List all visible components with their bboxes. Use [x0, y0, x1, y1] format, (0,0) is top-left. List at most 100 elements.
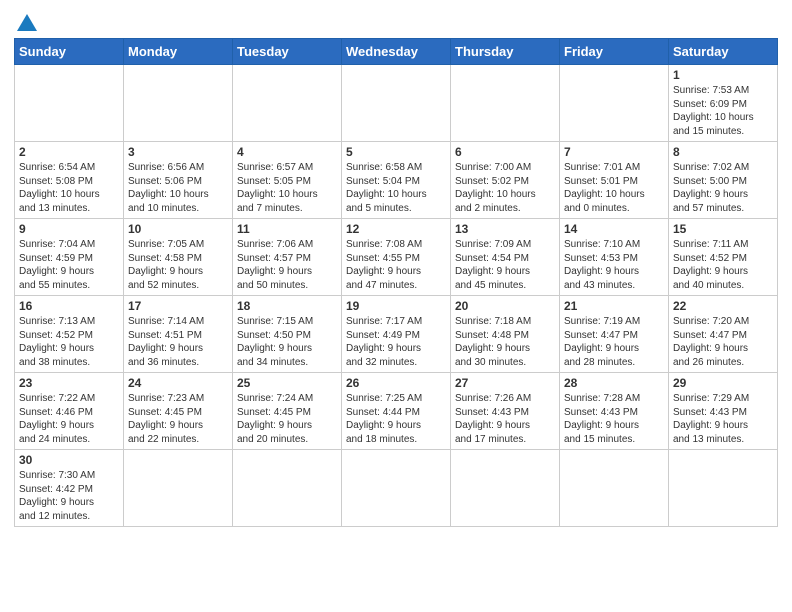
calendar-cell: 22 Sunrise: 7:20 AM Sunset: 4:47 PM Dayli…: [669, 296, 778, 373]
day-info: Sunrise: 7:24 AM Sunset: 4:45 PM Dayligh…: [237, 392, 337, 446]
day-info: Sunrise: 7:26 AM Sunset: 4:43 PM Dayligh…: [455, 392, 555, 446]
day-number: 22: [673, 299, 773, 313]
calendar-cell: 27 Sunrise: 7:26 AM Sunset: 4:43 PM Dayli…: [451, 373, 560, 450]
day-info: Sunrise: 7:10 AM Sunset: 4:53 PM Dayligh…: [564, 238, 664, 292]
calendar-cell: 16Sunrise: 7:13 AM Sunset: 4:52 PM Dayli…: [15, 296, 124, 373]
calendar-cell: 9 Sunrise: 7:04 AM Sunset: 4:59 PM Daylig…: [15, 219, 124, 296]
day-number: 17: [128, 299, 228, 313]
day-number: 12: [346, 222, 446, 236]
weekday-header-tuesday: Tuesday: [233, 39, 342, 65]
day-number: 19: [346, 299, 446, 313]
day-number: 14: [564, 222, 664, 236]
calendar-week-row: 23Sunrise: 7:22 AM Sunset: 4:46 PM Dayli…: [15, 373, 778, 450]
weekday-header-monday: Monday: [124, 39, 233, 65]
calendar-week-row: 16Sunrise: 7:13 AM Sunset: 4:52 PM Dayli…: [15, 296, 778, 373]
weekday-header-thursday: Thursday: [451, 39, 560, 65]
calendar-cell: 28 Sunrise: 7:28 AM Sunset: 4:43 PM Dayli…: [560, 373, 669, 450]
day-info: Sunrise: 7:04 AM Sunset: 4:59 PM Dayligh…: [19, 238, 119, 292]
calendar-cell: [342, 450, 451, 527]
weekday-header-sunday: Sunday: [15, 39, 124, 65]
day-number: 21: [564, 299, 664, 313]
day-number: 15: [673, 222, 773, 236]
day-number: 6: [455, 145, 555, 159]
day-number: 27: [455, 376, 555, 390]
calendar-cell: [342, 65, 451, 142]
calendar-cell: [669, 450, 778, 527]
day-number: 7: [564, 145, 664, 159]
day-info: Sunrise: 7:17 AM Sunset: 4:49 PM Dayligh…: [346, 315, 446, 369]
day-info: Sunrise: 6:54 AM Sunset: 5:08 PM Dayligh…: [19, 161, 119, 215]
day-info: Sunrise: 7:20 AM Sunset: 4:47 PM Dayligh…: [673, 315, 773, 369]
header: [14, 10, 778, 32]
logo: [14, 10, 37, 32]
day-info: Sunrise: 7:19 AM Sunset: 4:47 PM Dayligh…: [564, 315, 664, 369]
day-number: 30: [19, 453, 119, 467]
day-number: 29: [673, 376, 773, 390]
day-number: 2: [19, 145, 119, 159]
day-info: Sunrise: 7:09 AM Sunset: 4:54 PM Dayligh…: [455, 238, 555, 292]
calendar-cell: [233, 450, 342, 527]
day-number: 16: [19, 299, 119, 313]
calendar-week-row: 30 Sunrise: 7:30 AM Sunset: 4:42 PM Dayli…: [15, 450, 778, 527]
calendar-cell: 18Sunrise: 7:15 AM Sunset: 4:50 PM Dayli…: [233, 296, 342, 373]
calendar-cell: [451, 65, 560, 142]
calendar-week-row: 9 Sunrise: 7:04 AM Sunset: 4:59 PM Daylig…: [15, 219, 778, 296]
weekday-header-saturday: Saturday: [669, 39, 778, 65]
calendar-cell: 23Sunrise: 7:22 AM Sunset: 4:46 PM Dayli…: [15, 373, 124, 450]
day-info: Sunrise: 6:58 AM Sunset: 5:04 PM Dayligh…: [346, 161, 446, 215]
day-info: Sunrise: 7:02 AM Sunset: 5:00 PM Dayligh…: [673, 161, 773, 215]
day-info: Sunrise: 7:28 AM Sunset: 4:43 PM Dayligh…: [564, 392, 664, 446]
day-number: 9: [19, 222, 119, 236]
calendar-cell: 25 Sunrise: 7:24 AM Sunset: 4:45 PM Dayli…: [233, 373, 342, 450]
calendar-cell: [451, 450, 560, 527]
day-number: 5: [346, 145, 446, 159]
calendar-cell: 21 Sunrise: 7:19 AM Sunset: 4:47 PM Dayli…: [560, 296, 669, 373]
day-number: 18: [237, 299, 337, 313]
day-info: Sunrise: 7:11 AM Sunset: 4:52 PM Dayligh…: [673, 238, 773, 292]
day-number: 10: [128, 222, 228, 236]
calendar-week-row: 1 Sunrise: 7:53 AM Sunset: 6:09 PM Daylig…: [15, 65, 778, 142]
day-info: Sunrise: 7:29 AM Sunset: 4:43 PM Dayligh…: [673, 392, 773, 446]
calendar-week-row: 2 Sunrise: 6:54 AM Sunset: 5:08 PM Daylig…: [15, 142, 778, 219]
calendar-cell: 14 Sunrise: 7:10 AM Sunset: 4:53 PM Dayli…: [560, 219, 669, 296]
day-number: 3: [128, 145, 228, 159]
calendar-cell: 24Sunrise: 7:23 AM Sunset: 4:45 PM Dayli…: [124, 373, 233, 450]
calendar-cell: 2 Sunrise: 6:54 AM Sunset: 5:08 PM Daylig…: [15, 142, 124, 219]
calendar-cell: 15 Sunrise: 7:11 AM Sunset: 4:52 PM Dayli…: [669, 219, 778, 296]
calendar-header-row: SundayMondayTuesdayWednesdayThursdayFrid…: [15, 39, 778, 65]
calendar-cell: [560, 450, 669, 527]
weekday-header-friday: Friday: [560, 39, 669, 65]
day-info: Sunrise: 7:05 AM Sunset: 4:58 PM Dayligh…: [128, 238, 228, 292]
day-number: 28: [564, 376, 664, 390]
day-number: 24: [128, 376, 228, 390]
day-info: Sunrise: 7:00 AM Sunset: 5:02 PM Dayligh…: [455, 161, 555, 215]
day-number: 13: [455, 222, 555, 236]
day-number: 4: [237, 145, 337, 159]
day-info: Sunrise: 7:30 AM Sunset: 4:42 PM Dayligh…: [19, 469, 119, 523]
calendar-cell: 5 Sunrise: 6:58 AM Sunset: 5:04 PM Daylig…: [342, 142, 451, 219]
calendar-cell: [560, 65, 669, 142]
logo-text: [14, 14, 37, 32]
calendar-cell: 12 Sunrise: 7:08 AM Sunset: 4:55 PM Dayli…: [342, 219, 451, 296]
calendar-cell: 13 Sunrise: 7:09 AM Sunset: 4:54 PM Dayli…: [451, 219, 560, 296]
day-number: 26: [346, 376, 446, 390]
day-info: Sunrise: 7:53 AM Sunset: 6:09 PM Dayligh…: [673, 84, 773, 138]
calendar-cell: 7 Sunrise: 7:01 AM Sunset: 5:01 PM Daylig…: [560, 142, 669, 219]
day-info: Sunrise: 7:14 AM Sunset: 4:51 PM Dayligh…: [128, 315, 228, 369]
calendar-cell: 3Sunrise: 6:56 AM Sunset: 5:06 PM Daylig…: [124, 142, 233, 219]
calendar-cell: 26 Sunrise: 7:25 AM Sunset: 4:44 PM Dayli…: [342, 373, 451, 450]
day-number: 25: [237, 376, 337, 390]
calendar-cell: 8Sunrise: 7:02 AM Sunset: 5:00 PM Daylig…: [669, 142, 778, 219]
day-number: 1: [673, 68, 773, 82]
day-info: Sunrise: 7:01 AM Sunset: 5:01 PM Dayligh…: [564, 161, 664, 215]
calendar-cell: 30 Sunrise: 7:30 AM Sunset: 4:42 PM Dayli…: [15, 450, 124, 527]
calendar-cell: [15, 65, 124, 142]
day-info: Sunrise: 7:08 AM Sunset: 4:55 PM Dayligh…: [346, 238, 446, 292]
calendar-cell: 4Sunrise: 6:57 AM Sunset: 5:05 PM Daylig…: [233, 142, 342, 219]
day-info: Sunrise: 7:22 AM Sunset: 4:46 PM Dayligh…: [19, 392, 119, 446]
calendar-cell: 1 Sunrise: 7:53 AM Sunset: 6:09 PM Daylig…: [669, 65, 778, 142]
day-number: 20: [455, 299, 555, 313]
calendar-cell: [124, 450, 233, 527]
weekday-header-wednesday: Wednesday: [342, 39, 451, 65]
day-info: Sunrise: 7:25 AM Sunset: 4:44 PM Dayligh…: [346, 392, 446, 446]
